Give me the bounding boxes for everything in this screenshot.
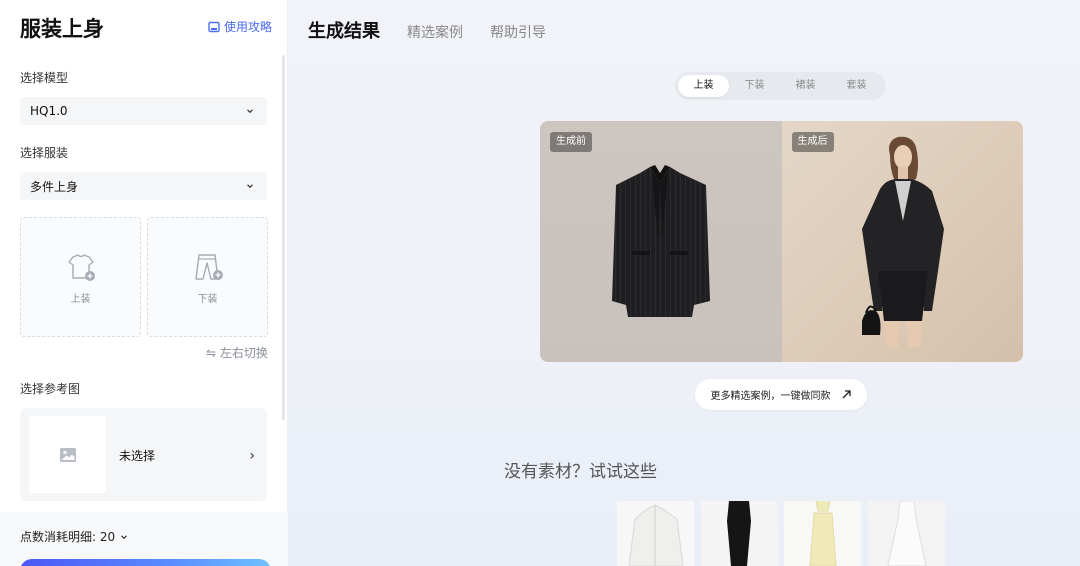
top-garment-add-icon (67, 253, 95, 281)
sample-image (784, 501, 861, 566)
upload-bottom-slot[interactable]: 下装 (147, 217, 268, 337)
guide-label: 使用攻略 (224, 20, 273, 34)
before-tag: 生成前 (550, 132, 592, 152)
sample-white-jacket[interactable] (617, 501, 694, 566)
after-image: 生成后 (781, 121, 1023, 362)
model-wearing-blazer-image (861, 136, 944, 347)
model-value: HQ1.0 (30, 104, 68, 118)
sample-image (701, 501, 778, 566)
garment-label: 选择服装 (20, 146, 69, 160)
model-label: 选择模型 (20, 71, 69, 85)
upload-top-slot[interactable]: 上装 (20, 217, 141, 337)
chevron-down-icon (121, 534, 128, 539)
generate-button[interactable] (20, 559, 271, 566)
slot-top-label: 上装 (70, 293, 91, 305)
pants-add-icon (194, 253, 223, 280)
arrow-up-right-icon (842, 390, 851, 399)
try-samples-title: 没有素材？试试这些 (504, 462, 657, 482)
segment-dress[interactable]: 裙装 (780, 75, 831, 97)
guide-link[interactable]: 使用攻略 (208, 18, 272, 35)
page-title: 服装上身 (20, 17, 104, 41)
sidebar-scrollbar[interactable] (282, 55, 285, 420)
points-detail-toggle[interactable]: 点数消耗明细: 20 (20, 528, 129, 545)
more-cases-label: 更多精选案例，一键做同款 (710, 391, 831, 402)
main-tabs: 生成结果 精选案例 帮助引导 (308, 17, 546, 43)
chevron-down-icon (247, 109, 253, 114)
more-cases-button[interactable]: 更多精选案例，一键做同款 (695, 379, 867, 410)
after-tag: 生成后 (791, 132, 834, 152)
before-after-comparison: 生成前 生成后 (540, 121, 1023, 362)
sample-yellow-slip-dress[interactable] (784, 501, 861, 566)
blazer-image (612, 165, 710, 317)
tab-results[interactable]: 生成结果 (308, 17, 380, 43)
garment-value: 多件上身 (30, 179, 79, 194)
swap-button[interactable]: ⇋ 左右切换 (206, 344, 268, 361)
tab-help[interactable]: 帮助引导 (490, 22, 546, 42)
reference-label: 选择参考图 (20, 382, 81, 396)
tab-featured-cases[interactable]: 精选案例 (407, 22, 463, 42)
sidebar-footer: 点数消耗明细: 20 (0, 512, 288, 566)
garment-select[interactable]: 多件上身 (20, 172, 267, 200)
book-icon (208, 21, 220, 32)
chevron-down-icon (247, 184, 253, 189)
sample-black-dress[interactable] (701, 501, 778, 566)
sample-image (617, 501, 694, 566)
model-select[interactable]: HQ1.0 (20, 97, 267, 125)
sample-image (868, 501, 945, 566)
sample-white-dress[interactable] (868, 501, 945, 566)
segment-top[interactable]: 上装 (678, 75, 729, 97)
segment-suit[interactable]: 套装 (831, 75, 882, 97)
category-segmented-control: 上装 下装 裙装 套装 (675, 72, 886, 100)
before-image: 生成前 (540, 121, 782, 362)
points-label: 点数消耗明细: 20 (20, 530, 116, 544)
slot-bottom-label: 下装 (197, 293, 218, 305)
segment-bottom[interactable]: 下装 (729, 75, 780, 97)
reference-selector[interactable]: 未选择 › (20, 408, 267, 501)
